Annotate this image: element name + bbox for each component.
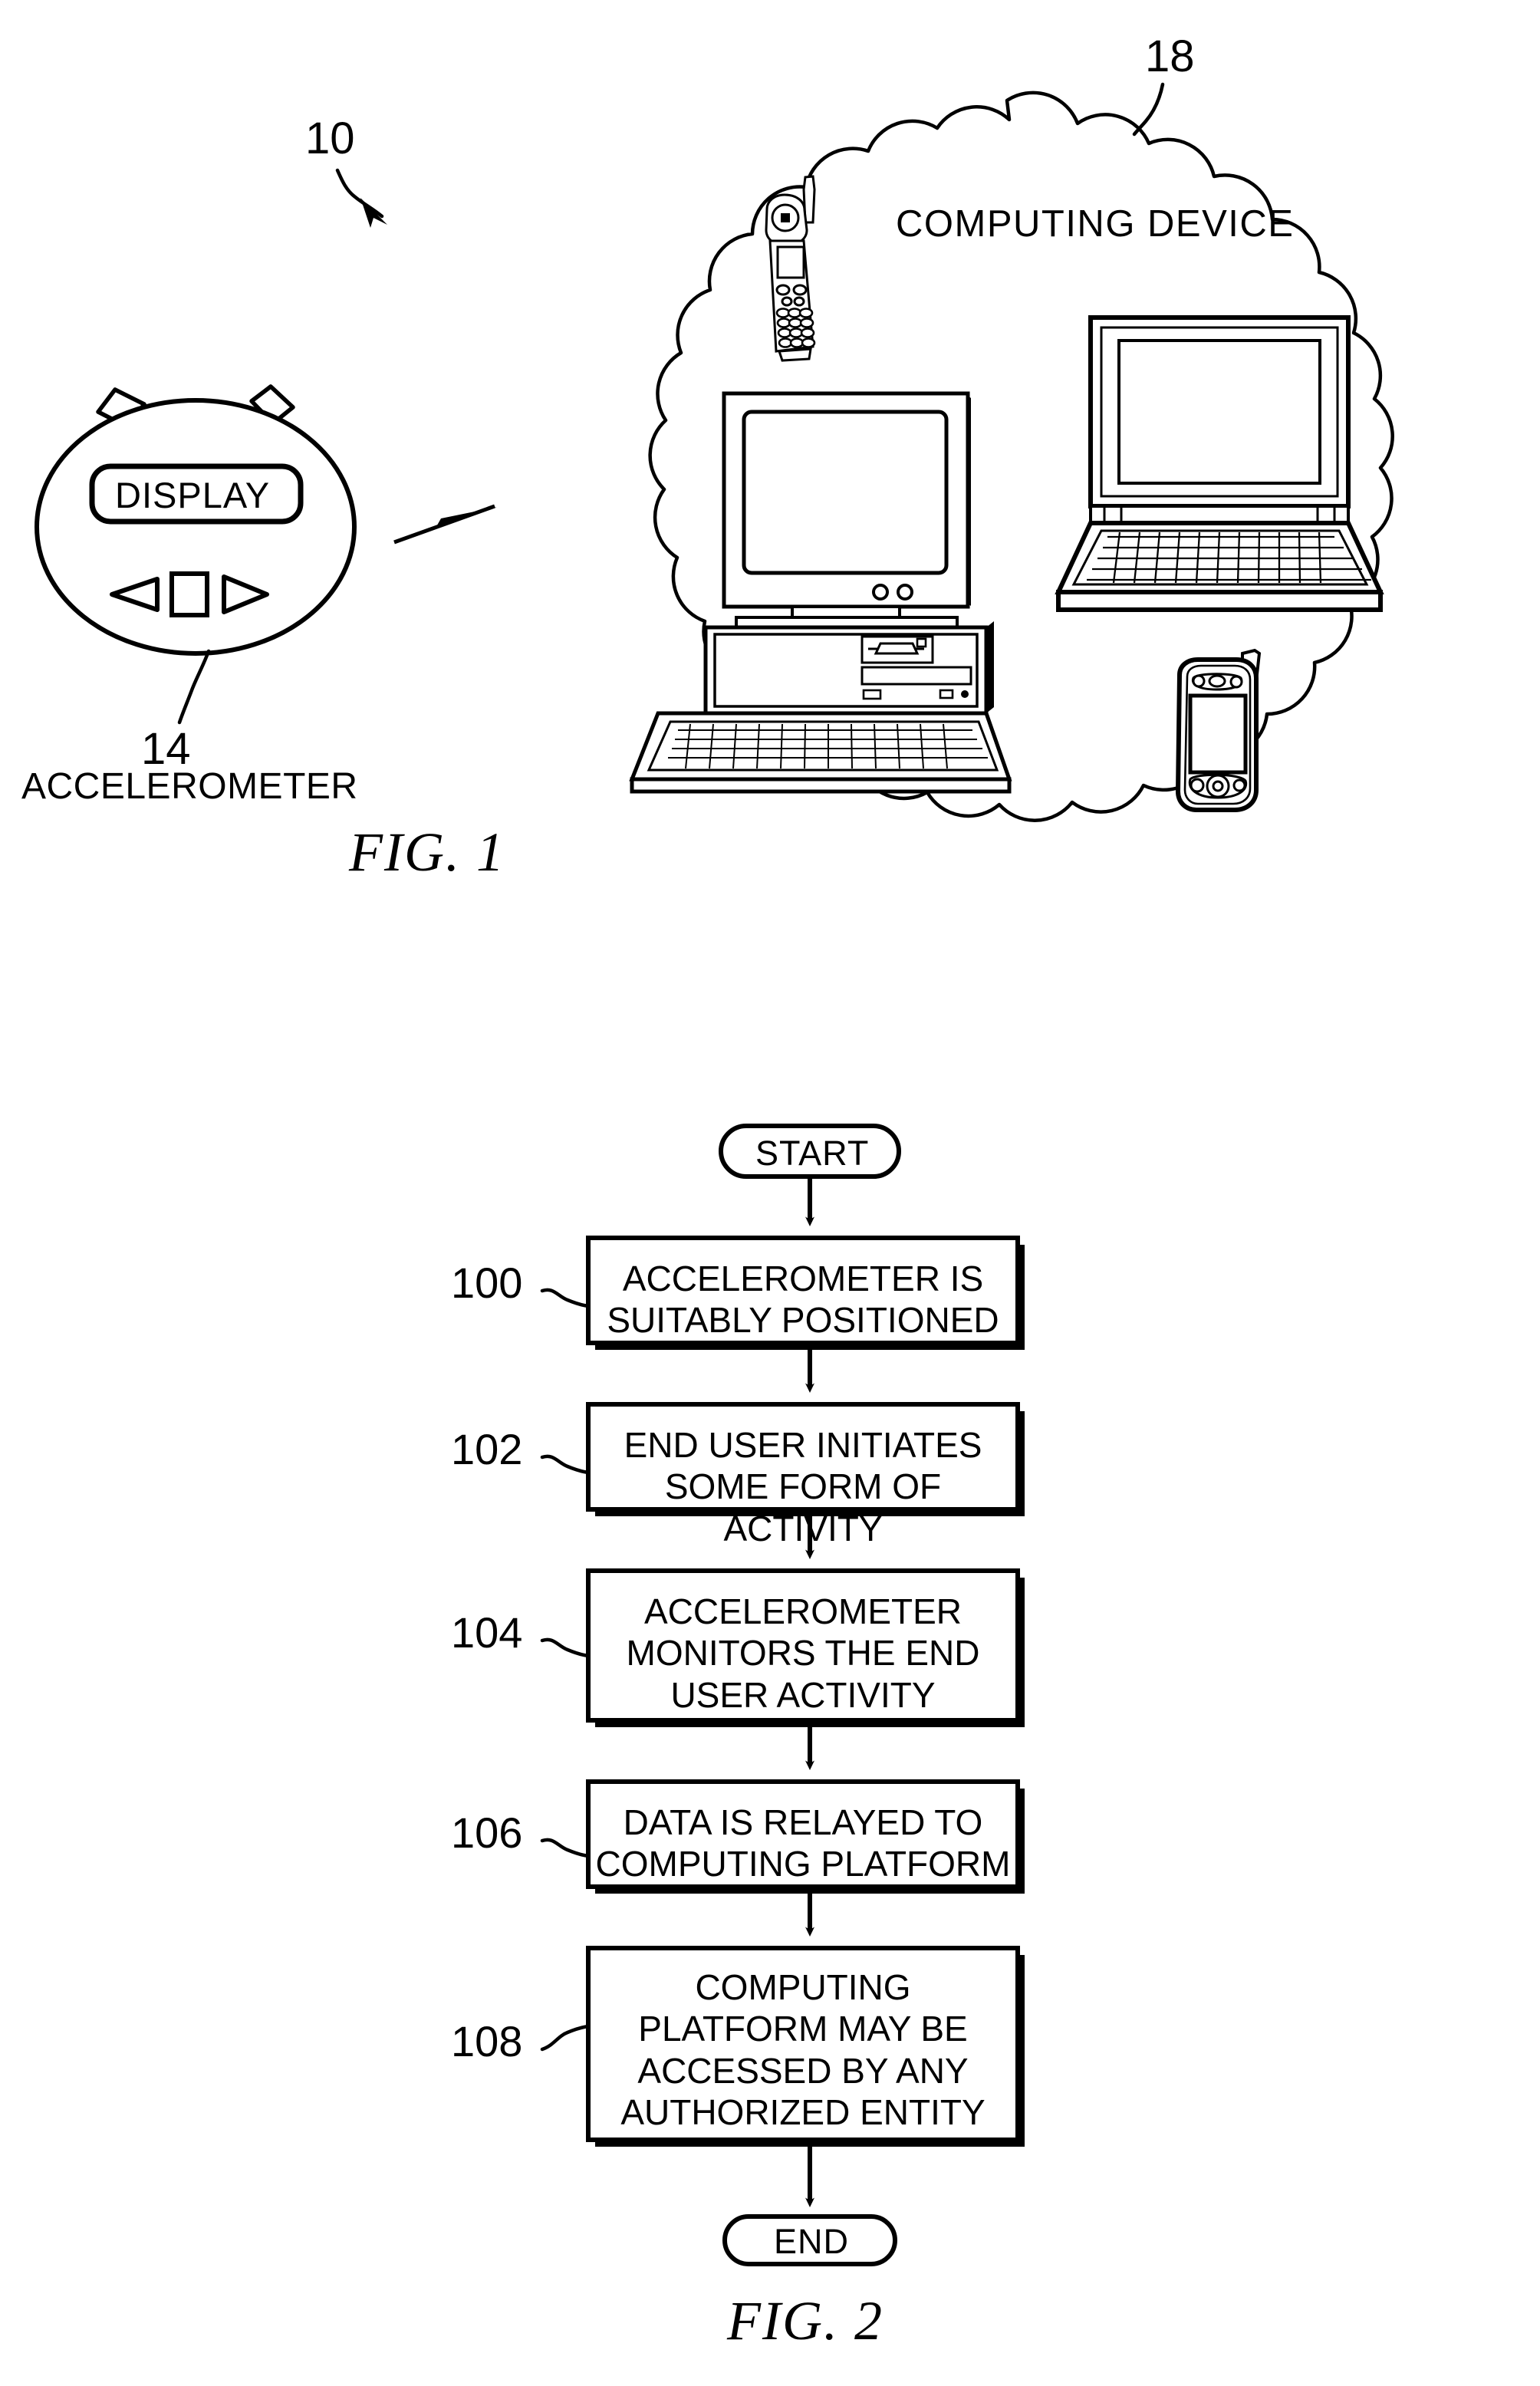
flow-line: COMPUTING PLATFORM bbox=[595, 1844, 1011, 1884]
flow-line: DATA IS RELAYED TO bbox=[623, 1802, 983, 1842]
figure-2-caption: FIG. 2 bbox=[727, 2290, 884, 2351]
flow-ref-104: 104 bbox=[451, 1608, 523, 1657]
flow-line: SOME FORM OF ACTIVITY bbox=[664, 1466, 942, 1548]
flow-ref-100: 100 bbox=[451, 1259, 523, 1307]
flow-line: MONITORS THE END bbox=[626, 1633, 980, 1673]
flow-ref-106: 106 bbox=[451, 1808, 523, 1857]
flow-line: ACCESSED BY ANY bbox=[637, 2050, 969, 2091]
flow-line: PLATFORM MAY BE bbox=[638, 2009, 968, 2049]
flow-line: SUITABLY POSITIONED bbox=[607, 1300, 999, 1341]
flow-box-104-text: ACCELEROMETER MONITORS THE END USER ACTI… bbox=[588, 1591, 1018, 1716]
flow-ref-108: 108 bbox=[451, 2017, 523, 2065]
flow-line: AUTHORIZED ENTITY bbox=[620, 2091, 986, 2132]
flow-line: COMPUTING bbox=[695, 1967, 911, 2007]
flow-line: ACCELEROMETER bbox=[643, 1591, 962, 1631]
flow-line: USER ACTIVITY bbox=[670, 1674, 936, 1715]
end-label: END bbox=[774, 2222, 850, 2261]
flow-box-106-text: DATA IS RELAYED TO COMPUTING PLATFORM bbox=[588, 1802, 1018, 1885]
start-label: START bbox=[755, 1134, 870, 1173]
flow-ref-102: 102 bbox=[451, 1425, 523, 1473]
flow-box-100-text: ACCELEROMETER IS SUITABLY POSITIONED bbox=[588, 1258, 1018, 1341]
flow-ref-leaders bbox=[540, 1288, 591, 2052]
flow-box-102-text: END USER INITIATES SOME FORM OF ACTIVITY bbox=[588, 1424, 1018, 1549]
flow-line: ACCELEROMETER IS bbox=[622, 1259, 984, 1298]
flow-box-108-text: COMPUTING PLATFORM MAY BE ACCESSED BY AN… bbox=[588, 1966, 1018, 2133]
patent-drawing-sheet: 10 18 COMPUTING DEVICE DISPLAY 14 ACCELE… bbox=[0, 0, 1540, 2386]
flow-line: END USER INITIATES bbox=[624, 1425, 982, 1465]
